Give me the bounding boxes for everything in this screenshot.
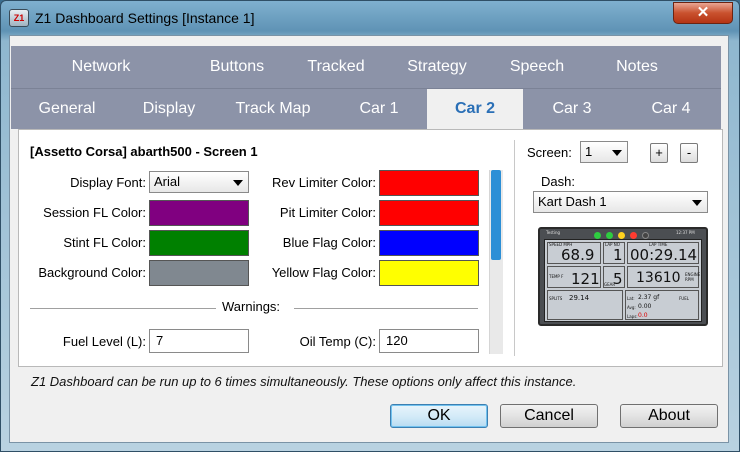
- app-icon: Z1: [9, 9, 29, 27]
- close-button[interactable]: ✕: [673, 2, 733, 24]
- dash-value: Kart Dash 1: [538, 194, 607, 209]
- oil-temp-input[interactable]: 120: [379, 329, 479, 353]
- window-title: Z1 Dashboard Settings [Instance 1]: [35, 10, 255, 26]
- session-fl-color-swatch[interactable]: [149, 200, 249, 226]
- shift-light: [642, 232, 649, 239]
- dash-header-right: 12:37 PM: [676, 230, 695, 235]
- screen-label: Screen:: [527, 145, 572, 160]
- lap-no-value: 1: [613, 246, 623, 264]
- avg-value: 0.00: [638, 303, 652, 310]
- tab-speech[interactable]: Speech: [485, 46, 589, 88]
- screen-select[interactable]: 1: [580, 141, 628, 163]
- scrollbar-thumb[interactable]: [491, 170, 501, 260]
- shift-light: [630, 232, 637, 239]
- add-screen-button[interactable]: +: [650, 143, 668, 163]
- pit-limiter-color-swatch[interactable]: [379, 200, 479, 226]
- dash-display: SPEED MPH 68.9 LAP NO 1 LAP TIME 00:29.1…: [544, 239, 702, 322]
- background-color-label: Background Color:: [38, 265, 146, 280]
- splits-value: 29.14: [569, 294, 590, 302]
- display-font-select[interactable]: Arial: [149, 171, 249, 193]
- tab-car-1[interactable]: Car 1: [331, 89, 427, 129]
- tab-strategy[interactable]: Strategy: [389, 46, 485, 88]
- status-message: Z1 Dashboard can be run up to 6 times si…: [31, 374, 577, 389]
- screen-heading: [Assetto Corsa] abarth500 - Screen 1: [30, 144, 258, 159]
- engine-rpm-label: ENGINE RPM: [685, 272, 701, 282]
- blue-flag-label: Blue Flag Color:: [282, 235, 376, 250]
- avg-label: Avg:: [627, 305, 636, 310]
- remove-screen-button[interactable]: -: [680, 143, 698, 163]
- chevron-down-icon: [233, 180, 243, 186]
- tab-tracked[interactable]: Tracked: [283, 46, 389, 88]
- lap-time-value: 00:29.14: [630, 246, 698, 264]
- background-color-swatch[interactable]: [149, 260, 249, 286]
- warnings-heading: Warnings:: [222, 299, 281, 314]
- screen-value: 1: [585, 144, 593, 159]
- tab-notes[interactable]: Notes: [589, 46, 685, 88]
- lat-label: Lat:: [627, 296, 635, 301]
- chevron-down-icon: [692, 200, 702, 206]
- tab-display[interactable]: Display: [123, 89, 215, 129]
- dash-label: Dash:: [541, 174, 575, 189]
- tab-car-2[interactable]: Car 2: [427, 89, 523, 129]
- dash-select[interactable]: Kart Dash 1: [533, 191, 708, 213]
- panel-divider: [514, 140, 515, 356]
- rev-limiter-color-swatch[interactable]: [379, 170, 479, 196]
- dash-preview: Testing 12:37 PM SPEED MPH 68.9 LAP NO 1…: [538, 227, 708, 326]
- splits-label: SPLITS: [549, 296, 563, 301]
- yellow-flag-color-swatch[interactable]: [379, 260, 479, 286]
- rpm-value: 13610: [636, 270, 681, 286]
- tab-network[interactable]: Network: [11, 46, 191, 88]
- laps-label: Laps:: [627, 314, 638, 319]
- shift-light: [594, 232, 601, 239]
- display-font-label: Display Font:: [70, 175, 146, 190]
- cancel-button[interactable]: Cancel: [500, 404, 598, 428]
- tab-car-3[interactable]: Car 3: [523, 89, 621, 129]
- tab-track-map[interactable]: Track Map: [215, 89, 331, 129]
- shift-light: [618, 232, 625, 239]
- tab-car-4[interactable]: Car 4: [621, 89, 721, 129]
- stint-fl-label: Stint FL Color:: [63, 235, 146, 250]
- dash-header-left: Testing: [546, 230, 561, 235]
- chevron-down-icon: [612, 150, 622, 156]
- lat-value: 2.37 gf: [638, 294, 660, 301]
- tab-general[interactable]: General: [11, 89, 123, 129]
- tab-row-upper: Network Buttons Tracked Strategy Speech …: [11, 46, 721, 88]
- shift-light: [606, 232, 613, 239]
- temp-value: 121: [571, 270, 600, 288]
- laps-value: 0.0: [638, 312, 648, 319]
- blue-flag-color-swatch[interactable]: [379, 230, 479, 256]
- display-font-value: Arial: [154, 174, 181, 189]
- ok-button[interactable]: OK: [390, 404, 488, 428]
- stint-fl-color-swatch[interactable]: [149, 230, 249, 256]
- oil-temp-label: Oil Temp (C):: [299, 334, 376, 349]
- fuel-label: FUEL: [679, 296, 689, 301]
- tab-row-lower: General Display Track Map Car 1 Car 2 Ca…: [11, 88, 721, 129]
- session-fl-label: Session FL Color:: [43, 205, 146, 220]
- warnings-divider-right: [294, 308, 478, 309]
- speed-value: 68.9: [561, 246, 595, 264]
- tab-buttons[interactable]: Buttons: [191, 46, 283, 88]
- fuel-level-label: Fuel Level (L):: [62, 334, 146, 349]
- rev-limiter-label: Rev Limiter Color:: [271, 175, 376, 190]
- title-bar[interactable]: Z1 Z1 Dashboard Settings [Instance 1] ✕: [1, 1, 739, 35]
- warnings-divider-left: [30, 308, 216, 309]
- pit-limiter-label: Pit Limiter Color:: [279, 205, 376, 220]
- about-button[interactable]: About: [620, 404, 718, 428]
- fuel-level-input[interactable]: 7: [149, 329, 249, 353]
- temp-label: TEMP F: [549, 274, 564, 279]
- yellow-flag-label: Yellow Flag Color:: [271, 265, 376, 280]
- gear-value: 5: [613, 270, 623, 288]
